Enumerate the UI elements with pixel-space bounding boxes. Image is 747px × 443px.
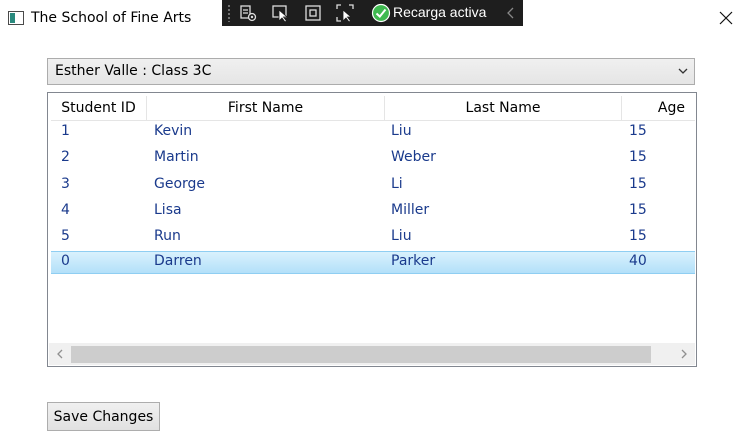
cell-age[interactable]: 15: [629, 149, 647, 165]
column-header-first-name[interactable]: First Name: [147, 96, 384, 121]
class-selector-dropdown[interactable]: Esther Valle : Class 3C: [47, 58, 695, 85]
cell-age[interactable]: 15: [629, 202, 647, 218]
table-row[interactable]: 4 Lisa Miller 15: [51, 200, 695, 223]
cell-last-name[interactable]: Parker: [391, 253, 435, 269]
display-layout-adorners-icon[interactable]: [303, 3, 323, 23]
scroll-right-icon[interactable]: [679, 348, 689, 360]
class-selector-value: Esther Valle : Class 3C: [55, 63, 212, 79]
track-focused-element-icon[interactable]: [335, 3, 355, 23]
cell-student-id[interactable]: 4: [61, 202, 70, 218]
debug-toolbar: Recarga activa: [222, 0, 523, 26]
students-data-grid[interactable]: Student ID First Name Last Name Age 1 Ke…: [47, 92, 697, 367]
cell-student-id[interactable]: 5: [61, 228, 70, 244]
app-icon: [8, 11, 24, 25]
window-title: The School of Fine Arts: [31, 10, 192, 26]
table-row[interactable]: 1 Kevin Liu 15: [51, 121, 695, 144]
hot-reload-check-icon: [371, 3, 391, 23]
collapse-toolbar-icon[interactable]: [505, 5, 517, 21]
chevron-down-icon: [678, 68, 688, 74]
cell-age[interactable]: 15: [629, 123, 647, 139]
cell-age[interactable]: 15: [629, 228, 647, 244]
cell-last-name[interactable]: Weber: [391, 149, 436, 165]
column-header-age[interactable]: Age: [622, 96, 695, 121]
cell-last-name[interactable]: Liu: [391, 123, 412, 139]
table-row-selected[interactable]: 0 Darren Parker 40: [51, 251, 695, 274]
scroll-left-icon[interactable]: [55, 348, 65, 360]
cell-first-name[interactable]: Kevin: [154, 123, 192, 139]
cell-student-id[interactable]: 0: [61, 253, 70, 269]
save-changes-button[interactable]: Save Changes: [47, 402, 160, 431]
column-header-last-name[interactable]: Last Name: [385, 96, 621, 121]
hot-reload-status: Recarga activa: [393, 4, 487, 20]
cell-student-id[interactable]: 2: [61, 149, 70, 165]
table-row[interactable]: 5 Run Liu 15: [51, 226, 695, 249]
cell-first-name[interactable]: George: [154, 176, 205, 192]
cell-student-id[interactable]: 1: [61, 123, 70, 139]
scrollbar-thumb[interactable]: [71, 346, 651, 363]
table-row[interactable]: 2 Martin Weber 15: [51, 147, 695, 170]
cell-first-name[interactable]: Run: [154, 228, 181, 244]
cell-last-name[interactable]: Liu: [391, 228, 412, 244]
toolbar-grip-icon[interactable]: [227, 4, 231, 22]
cell-first-name[interactable]: Martin: [154, 149, 199, 165]
horizontal-scrollbar[interactable]: [49, 343, 695, 365]
cell-age[interactable]: 15: [629, 176, 647, 192]
grid-header: Student ID First Name Last Name Age: [51, 96, 695, 121]
live-visual-tree-icon[interactable]: [238, 3, 258, 23]
cell-first-name[interactable]: Lisa: [154, 202, 182, 218]
cell-student-id[interactable]: 3: [61, 176, 70, 192]
cell-last-name[interactable]: Miller: [391, 202, 429, 218]
close-icon[interactable]: [716, 8, 736, 28]
column-header-student-id[interactable]: Student ID: [51, 96, 146, 121]
table-row[interactable]: 3 George Li 15: [51, 174, 695, 197]
select-element-icon[interactable]: [271, 3, 291, 23]
cell-age[interactable]: 40: [629, 253, 647, 269]
cell-last-name[interactable]: Li: [391, 176, 403, 192]
cell-first-name[interactable]: Darren: [154, 253, 202, 269]
